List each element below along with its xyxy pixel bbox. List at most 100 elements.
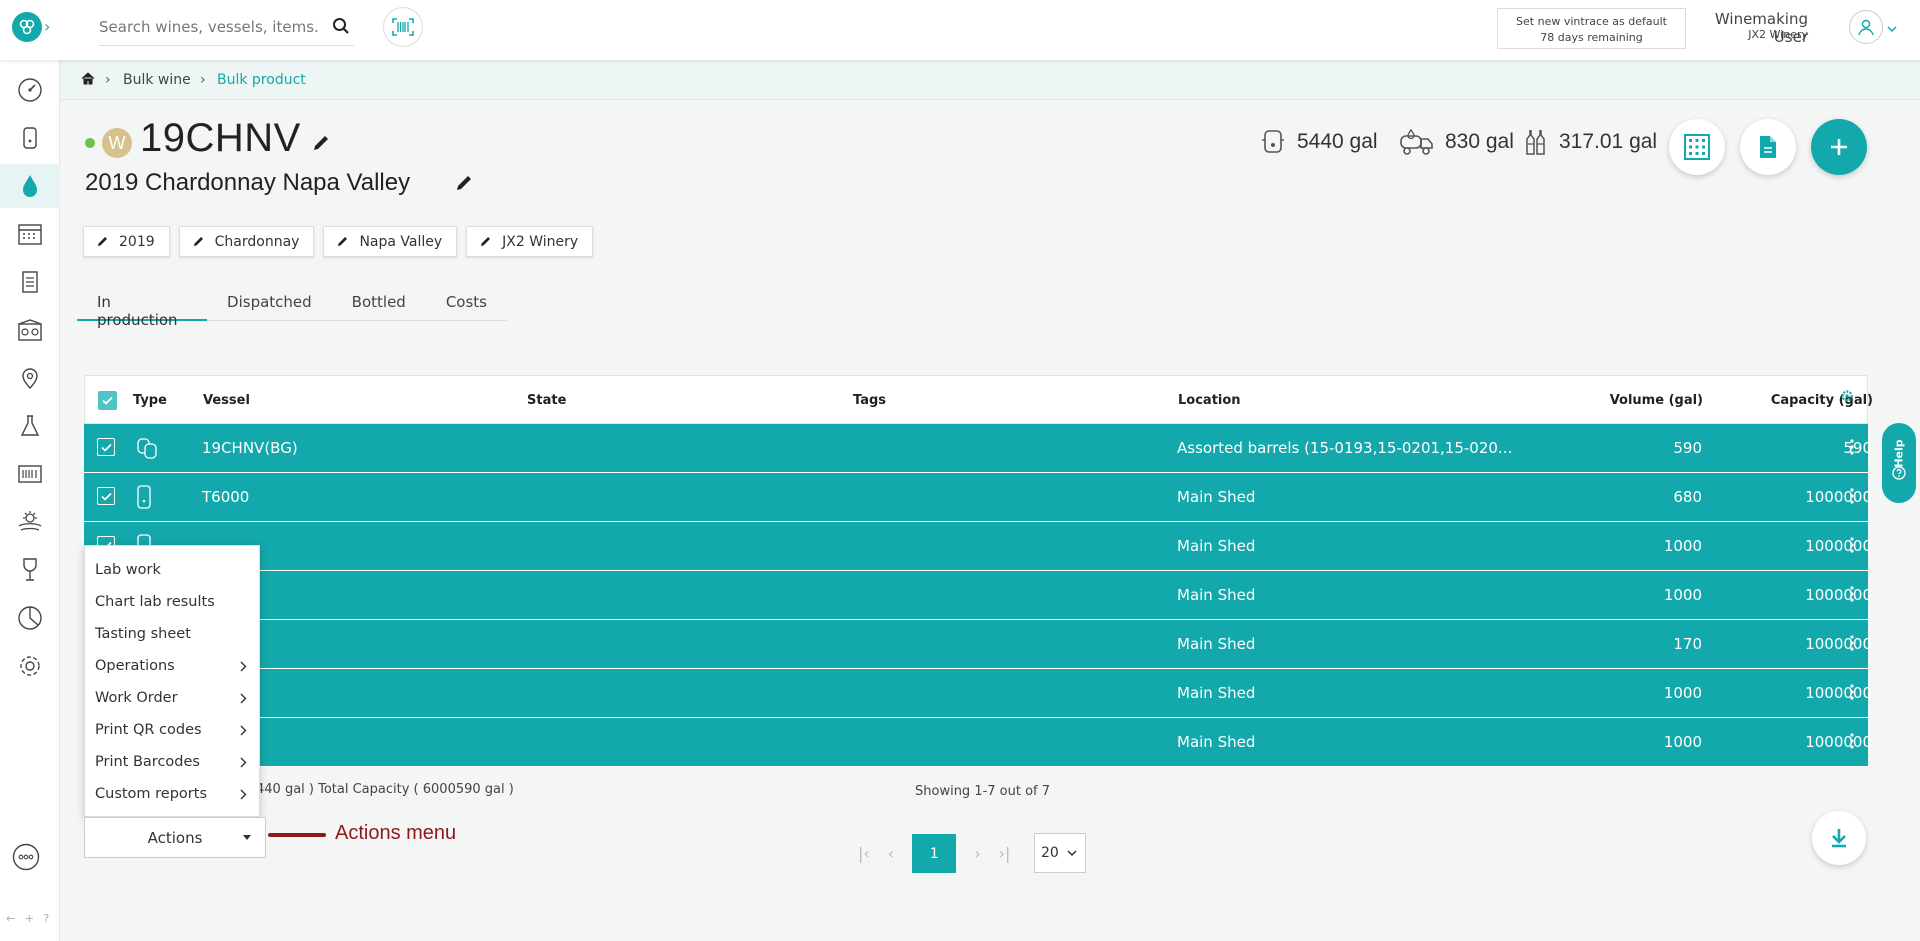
edit-icon [338, 236, 348, 247]
edit-code-icon[interactable] [311, 133, 331, 157]
column-header-state[interactable]: State [527, 393, 566, 408]
table-row[interactable]: Main Shed 1000 1000000 [84, 571, 1872, 620]
sidebar-item-bulk-wine[interactable] [0, 164, 60, 208]
menu-item-label: Work Order [95, 690, 178, 706]
sidebar-item-reports[interactable] [0, 596, 60, 640]
column-header-type[interactable]: Type [133, 393, 167, 408]
sidebar-item-vessels[interactable] [0, 116, 60, 160]
add-button[interactable] [1811, 119, 1867, 175]
column-header-location[interactable]: Location [1178, 393, 1241, 408]
menu-item-print-qr-codes[interactable]: Print QR codes [85, 714, 259, 746]
previous-page-icon[interactable]: ‹ [888, 844, 894, 863]
edit-icon [481, 236, 491, 247]
table-row[interactable]: 19CHNV(BG) Assorted barrels (15-0193,15-0… [84, 424, 1872, 473]
sidebar-item-winery[interactable] [0, 308, 60, 352]
row-more-options-icon[interactable] [1850, 586, 1854, 606]
next-page-icon[interactable]: › [974, 844, 980, 863]
search-icon[interactable] [332, 17, 350, 39]
home-icon[interactable] [81, 72, 95, 89]
column-settings-gear-icon[interactable] [1841, 390, 1853, 406]
vessel-volume: 1000 [1663, 586, 1702, 604]
set-default-vintrace-button[interactable]: Set new vintrace as default 78 days rema… [1497, 8, 1686, 49]
sidebar-item-settings[interactable] [0, 644, 60, 688]
grid-view-button[interactable] [1669, 119, 1725, 175]
chip-region[interactable]: Napa Valley [323, 226, 458, 257]
sidebar-item-work-orders[interactable] [0, 260, 60, 304]
vessel-name[interactable]: T6000 [202, 488, 249, 506]
row-more-options-icon[interactable] [1850, 635, 1854, 655]
table-row[interactable]: Main Shed 1000 1000000 [84, 522, 1872, 571]
chip-owner[interactable]: JX2 Winery [466, 226, 594, 257]
menu-item-work-order[interactable]: Work Order [85, 682, 259, 714]
last-page-icon[interactable]: ›| [999, 844, 1011, 863]
menu-item-tasting-sheet[interactable]: Tasting sheet [85, 618, 259, 650]
page-size-select[interactable]: 20 [1034, 833, 1086, 873]
table-row[interactable]: T6000 Main Shed 680 1000000 [84, 473, 1872, 522]
row-more-options-icon[interactable] [1850, 439, 1854, 459]
sidebar-item-barcode-reader[interactable] [0, 452, 60, 496]
menu-item-label: Print Barcodes [95, 754, 200, 770]
search-input[interactable] [99, 10, 319, 44]
row-more-options-icon[interactable] [1850, 488, 1854, 508]
sidebar-item-calendar[interactable] [0, 212, 60, 256]
menu-item-print-barcodes[interactable]: Print Barcodes [85, 746, 259, 778]
select-all-checkbox[interactable] [98, 391, 117, 410]
sidebar-item-locations[interactable] [0, 356, 60, 400]
vessel-volume: 1000 [1663, 733, 1702, 751]
user-avatar-icon[interactable] [1849, 10, 1883, 44]
menu-item-chart-lab-results[interactable]: Chart lab results [85, 586, 259, 618]
more-options-icon[interactable] [12, 843, 40, 875]
expand-sidebar-chevron-icon[interactable]: › [44, 17, 50, 36]
sidebar-item-vineyard[interactable] [0, 500, 60, 544]
app-logo-icon[interactable] [12, 12, 42, 42]
menu-item-label: Tasting sheet [95, 626, 191, 642]
table-row[interactable]: Main Shed 170 1000000 [84, 620, 1872, 669]
tab-in-production[interactable]: In production [77, 287, 208, 329]
column-header-vessel[interactable]: Vessel [203, 393, 250, 408]
vessel-volume: 1000 [1663, 537, 1702, 555]
chip-vintage[interactable]: 2019 [83, 226, 170, 257]
sidebar-item-lab[interactable] [0, 404, 60, 448]
row-more-options-icon[interactable] [1850, 537, 1854, 557]
help-tab[interactable]: Help [1882, 423, 1916, 503]
row-checkbox[interactable] [97, 438, 115, 456]
sidebar-footer-links[interactable]: ← + ? [6, 912, 52, 925]
vessel-location: Main Shed [1177, 733, 1256, 751]
edit-name-icon[interactable] [454, 173, 474, 197]
chevron-right-icon [240, 725, 247, 735]
actions-button[interactable]: Actions [84, 817, 266, 858]
menu-item-operations[interactable]: Operations [85, 650, 259, 682]
settings-icon [20, 656, 40, 676]
barcode-scan-button[interactable] [383, 7, 423, 47]
vessel-name[interactable]: 19CHNV(BG) [202, 439, 298, 457]
tab-dispatched[interactable]: Dispatched [207, 287, 332, 321]
chip-variety[interactable]: Chardonnay [178, 226, 315, 257]
vessels-table: Type Vessel State Tags Location Volume (… [84, 375, 1873, 767]
page-number-current[interactable]: 1 [912, 834, 957, 873]
vineyard-icon [18, 511, 42, 531]
user-winery: JX2 Winery [1748, 28, 1808, 41]
table-row[interactable]: Main Shed 1000 1000000 [84, 718, 1872, 767]
row-checkbox[interactable] [97, 487, 115, 505]
menu-item-lab-work[interactable]: Lab work [85, 554, 259, 586]
row-more-options-icon[interactable] [1850, 684, 1854, 704]
user-menu-chevron-icon[interactable] [1887, 18, 1897, 37]
document-button[interactable] [1740, 119, 1796, 175]
vessel-icon [23, 127, 37, 149]
download-button[interactable] [1812, 811, 1866, 865]
tab-bottled[interactable]: Bottled [332, 287, 426, 321]
tab-costs[interactable]: Costs [426, 287, 507, 321]
table-row[interactable]: Main Shed 1000 1000000 [84, 669, 1872, 718]
first-page-icon[interactable]: |‹ [858, 844, 870, 863]
column-header-volume[interactable]: Volume (gal) [1535, 393, 1703, 408]
breadcrumb-bulk-wine[interactable]: Bulk wine [123, 72, 191, 88]
vessel-volume: 680 [1673, 488, 1702, 506]
column-header-tags[interactable]: Tags [853, 393, 886, 408]
menu-item-label: Print QR codes [95, 722, 202, 738]
sidebar-item-dashboard[interactable] [0, 68, 60, 112]
menu-item-custom-reports[interactable]: Custom reports [85, 778, 259, 810]
sidebar-item-wine[interactable] [0, 548, 60, 592]
days-remaining-text: 78 days remaining [1540, 31, 1643, 44]
breadcrumb-bulk-product[interactable]: Bulk product [217, 72, 306, 88]
row-more-options-icon[interactable] [1850, 733, 1854, 753]
